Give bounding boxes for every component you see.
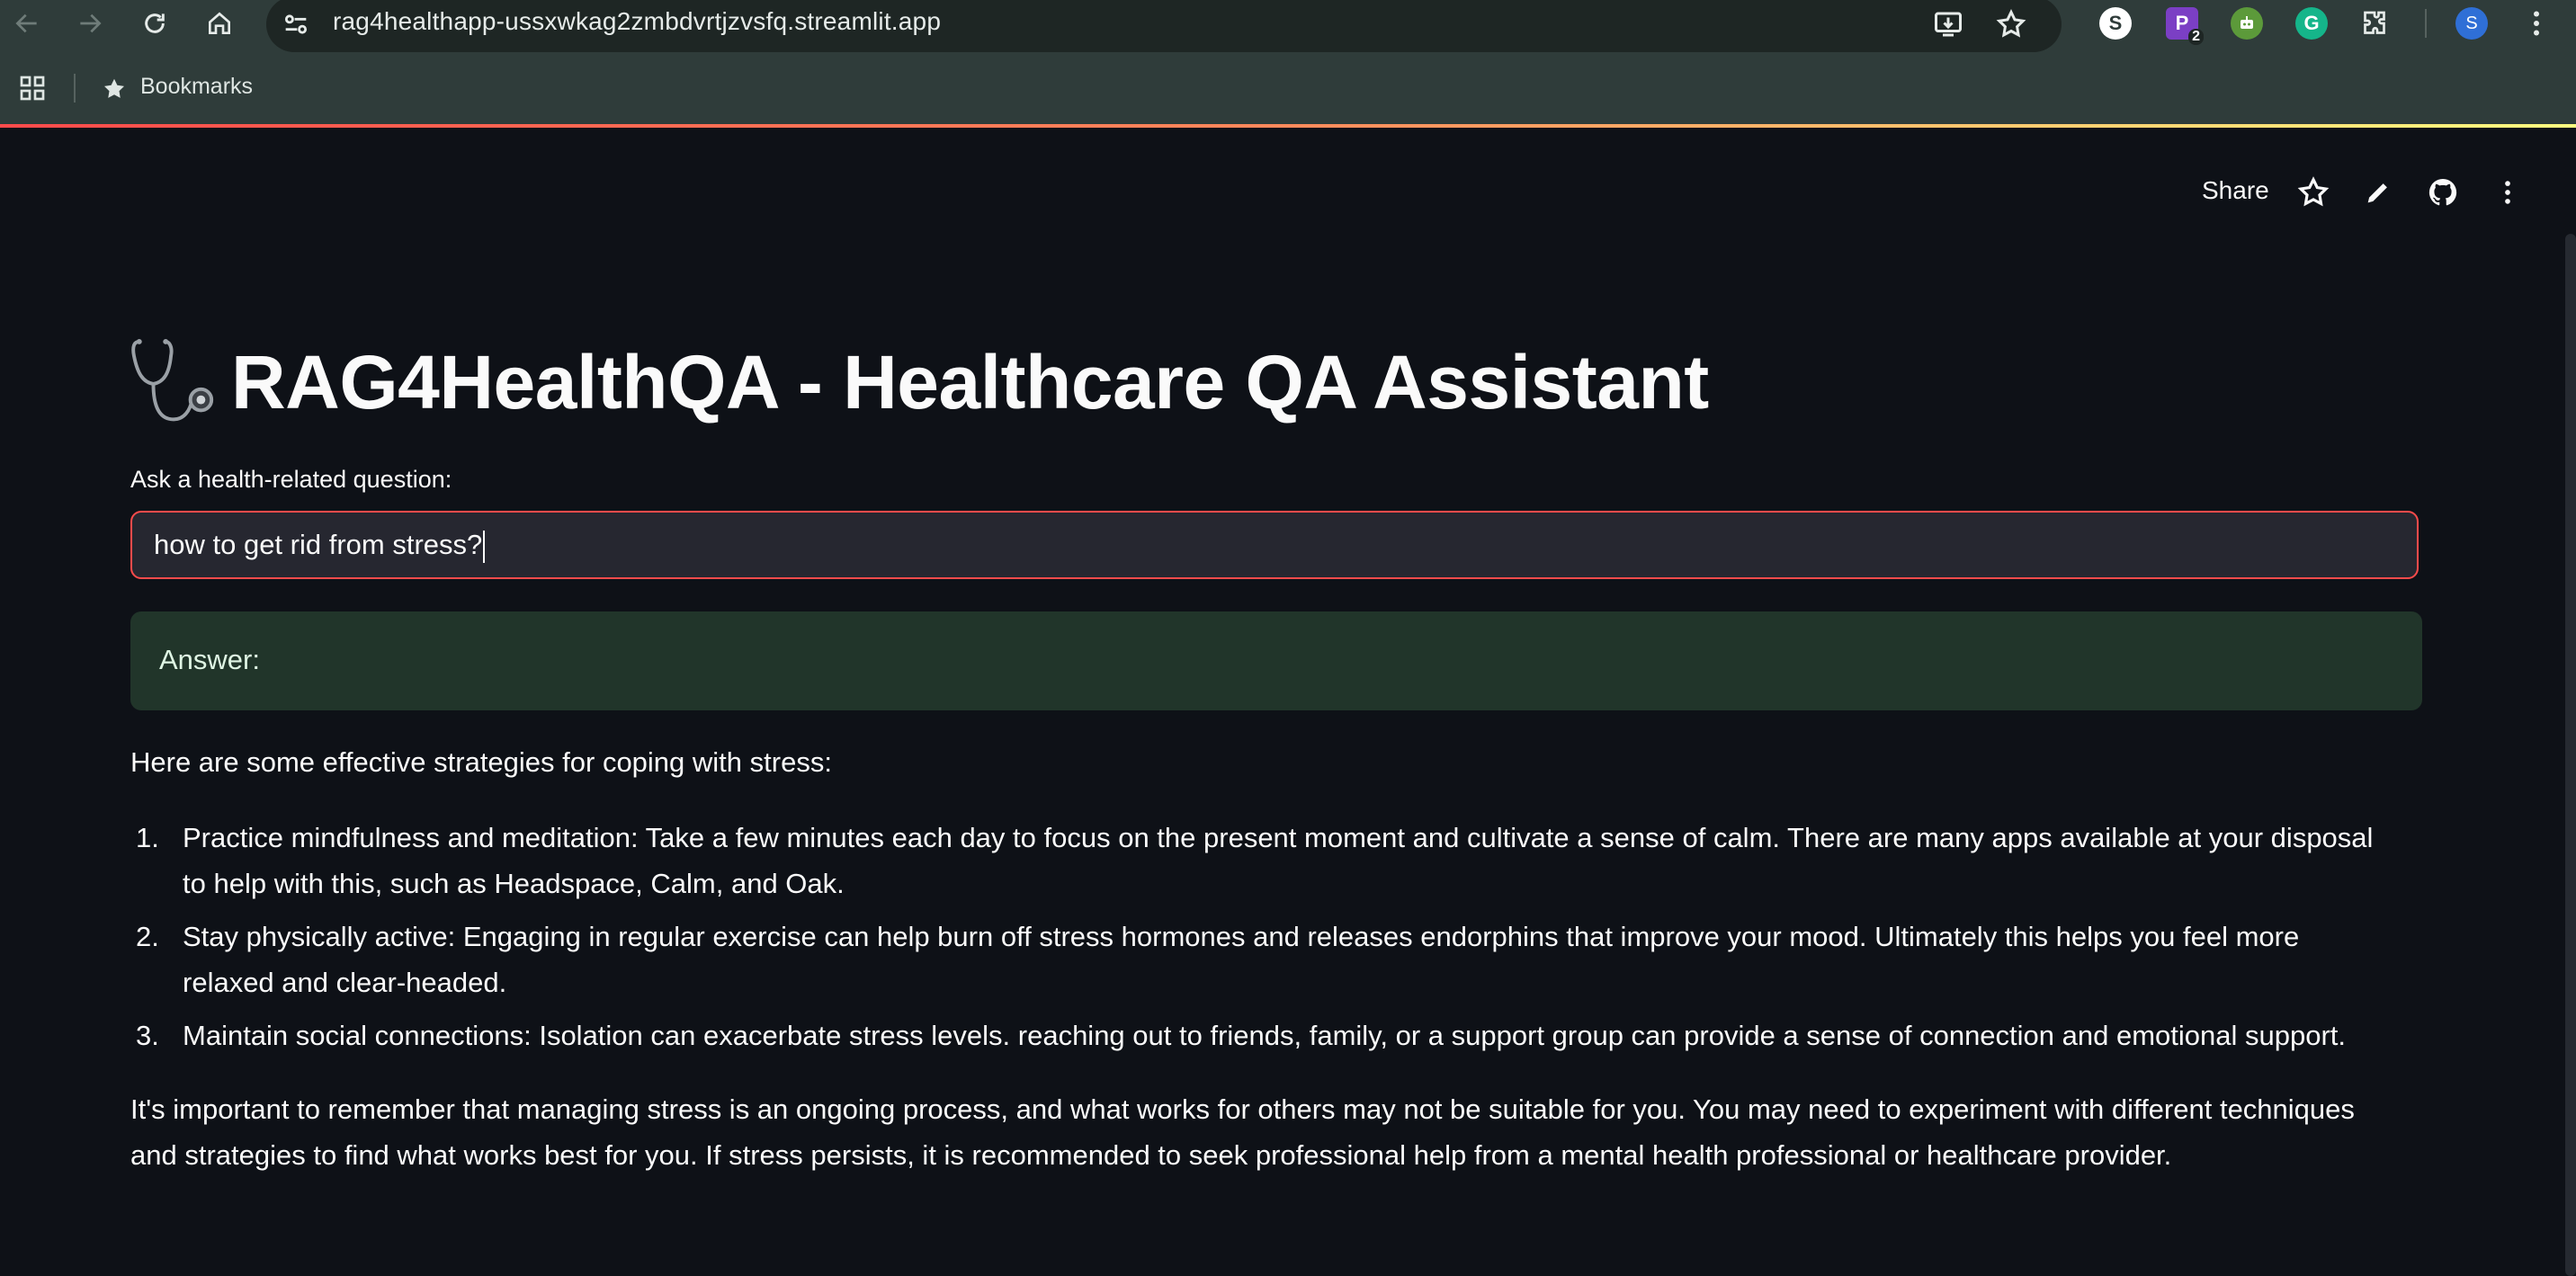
- app-menu-button[interactable]: [2490, 174, 2526, 210]
- bookmark-star-icon[interactable]: [1995, 8, 2027, 40]
- edit-button[interactable]: [2360, 174, 2396, 210]
- question-input[interactable]: how to get rid from stress?: [130, 511, 2419, 579]
- answer-success-box: Answer:: [130, 611, 2422, 710]
- streamlit-top-decoration: [0, 124, 2576, 128]
- pencil-icon: [2367, 183, 2387, 203]
- back-button[interactable]: [9, 5, 45, 41]
- home-button[interactable]: [201, 5, 237, 41]
- answer-conclusion: It's important to remember that managing…: [130, 1093, 2355, 1171]
- stethoscope-icon: [131, 338, 214, 422]
- apps-grid-icon[interactable]: [16, 72, 49, 104]
- question-input-label: Ask a health-related question:: [130, 466, 452, 493]
- back-arrow-icon: [15, 13, 37, 33]
- github-icon: [2428, 178, 2457, 206]
- home-icon: [209, 12, 230, 34]
- forward-button[interactable]: [72, 5, 108, 41]
- p-extension-icon[interactable]: P 2: [2166, 7, 2204, 45]
- list-item: 2. Stay physically active: Engaging in re…: [136, 921, 2300, 998]
- extension-badge: 2: [2188, 29, 2204, 45]
- star-icon: [2297, 176, 2330, 207]
- bookmarks-bar: [0, 72, 2576, 122]
- bookmarks-divider: [74, 74, 76, 103]
- page-title-row: RAG4HealthQA - Healthcare QA Assistant: [130, 333, 1709, 432]
- kebab-menu-icon: [2505, 181, 2510, 204]
- install-app-icon[interactable]: [1932, 8, 1964, 40]
- bookmarks-folder[interactable]: Bookmarks: [140, 74, 253, 100]
- s-extension-icon[interactable]: S: [2099, 7, 2132, 40]
- site-info-icon[interactable]: [281, 9, 311, 40]
- page-title: RAG4HealthQA - Healthcare QA Assistant: [231, 339, 1709, 424]
- robot-extension-icon[interactable]: [2231, 7, 2263, 40]
- toolbar-divider: [2425, 9, 2427, 38]
- share-button[interactable]: Share: [2202, 176, 2269, 205]
- grammarly-extension-icon[interactable]: G: [2295, 7, 2328, 40]
- favorite-button[interactable]: [2295, 174, 2331, 210]
- browser-menu-icon[interactable]: [2520, 7, 2553, 40]
- strategies-list: 1. Practice mindfulness and meditation: T…: [130, 815, 2397, 1066]
- bookmarks-star-icon: [104, 78, 124, 98]
- reload-button[interactable]: [137, 5, 173, 41]
- browser-toolbar: rag4healthapp-ussxwkag2zmbdvrtjzvsfq.str…: [0, 0, 2576, 52]
- question-input-value: how to get rid from stress?: [154, 529, 486, 563]
- answer-label: Answer:: [159, 644, 260, 675]
- text-caret: [483, 530, 486, 563]
- list-item: 3. Maintain social connections: Isolation…: [136, 1020, 2347, 1051]
- profile-avatar[interactable]: S: [2455, 7, 2488, 40]
- forward-arrow-icon: [80, 13, 102, 33]
- browser-chrome: rag4healthapp-ussxwkag2zmbdvrtjzvsfq.str…: [0, 0, 2576, 128]
- address-bar[interactable]: rag4healthapp-ussxwkag2zmbdvrtjzvsfq.str…: [266, 0, 2062, 52]
- extensions-puzzle-icon[interactable]: [2358, 7, 2391, 40]
- robot-icon: [2241, 16, 2253, 29]
- page-scrollbar[interactable]: [2565, 234, 2576, 1276]
- reload-icon: [145, 13, 165, 33]
- list-item: 1. Practice mindfulness and meditation: T…: [136, 822, 2374, 899]
- github-button[interactable]: [2425, 174, 2461, 210]
- url-text: rag4healthapp-ussxwkag2zmbdvrtjzvsfq.str…: [333, 7, 942, 35]
- answer-intro: Here are some effective strategies for c…: [130, 746, 832, 778]
